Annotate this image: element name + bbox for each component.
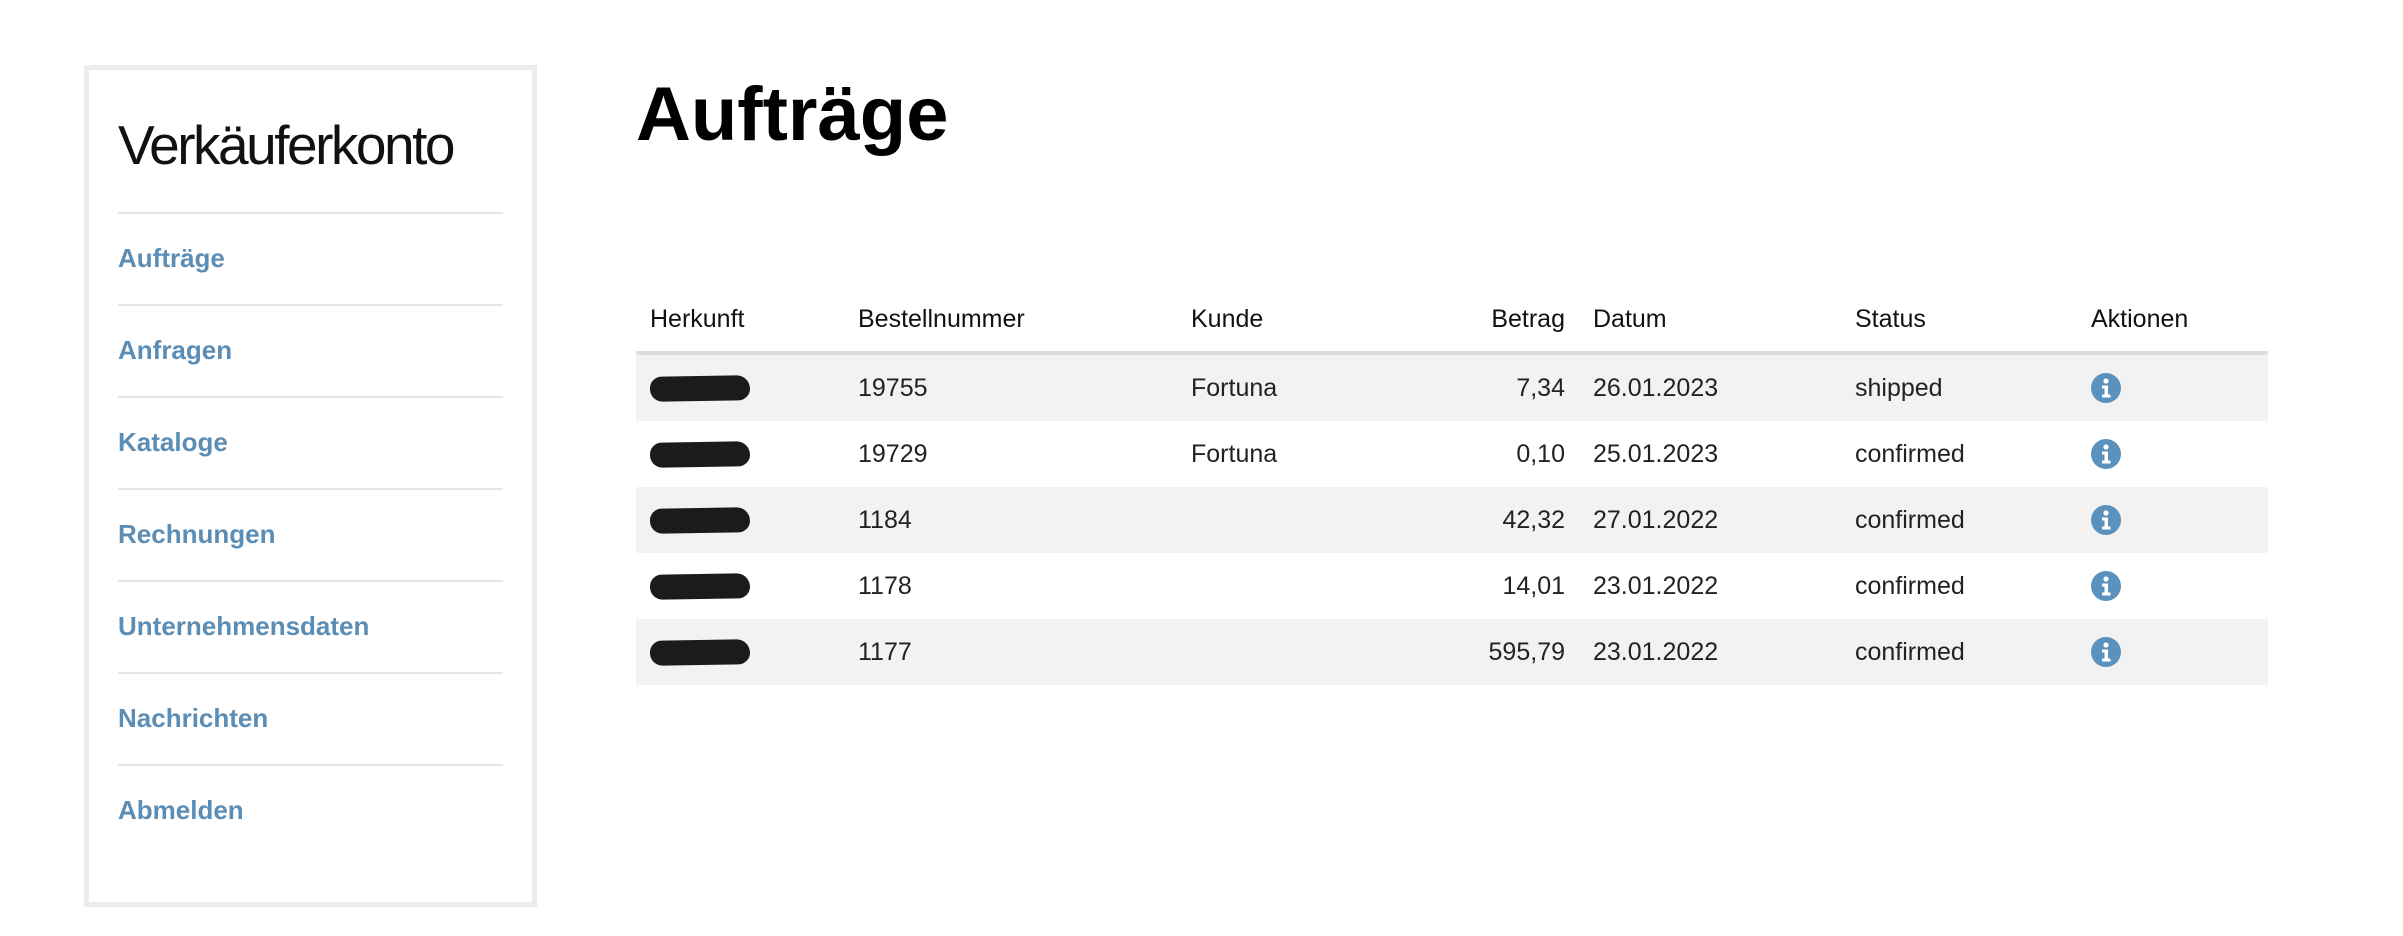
cell-aktionen — [2077, 553, 2268, 619]
cell-datum: 23.01.2022 — [1593, 571, 1719, 600]
sidebar-item-abmelden[interactable]: Abmelden — [118, 766, 503, 856]
cell-herkunft — [636, 619, 844, 685]
redacted-mark — [649, 441, 751, 469]
cell-datum: 23.01.2022 — [1579, 619, 1841, 685]
column-header-kunde: Kunde — [1177, 287, 1385, 355]
cell-kunde — [1177, 619, 1385, 685]
cell-status: confirmed — [1841, 487, 2077, 553]
column-header-datum: Datum — [1579, 287, 1841, 355]
cell-status: confirmed — [1855, 439, 1965, 468]
cell-kunde — [1177, 553, 1385, 619]
column-header-herkunft: Herkunft — [636, 287, 844, 355]
cell-aktionen — [2077, 421, 2268, 487]
main-content: Aufträge Herkunft Bestellnummer Kunde Be… — [636, 70, 2268, 685]
page-title: Aufträge — [636, 72, 949, 157]
table-row: 19729 Fortuna 0,10 25.01.2023 confirmed — [636, 421, 2268, 487]
sidebar-item-rechnungen[interactable]: Rechnungen — [118, 490, 503, 582]
sidebar-item-kataloge[interactable]: Kataloge — [118, 398, 503, 490]
sidebar: Verkäuferkonto Aufträge Anfragen Katalog… — [84, 65, 537, 907]
column-header-status: Status — [1841, 287, 2077, 355]
table-header-row: Herkunft Bestellnummer Kunde Betrag Datu… — [636, 287, 2268, 355]
cell-betrag: 595,79 — [1385, 619, 1579, 685]
sidebar-item-nachrichten[interactable]: Nachrichten — [118, 674, 503, 766]
info-icon[interactable] — [2091, 439, 2121, 470]
cell-bestellnummer: 19755 — [844, 353, 1177, 421]
cell-status: shipped — [1841, 353, 2077, 421]
sidebar-item-auftraege[interactable]: Aufträge — [118, 214, 503, 306]
info-icon[interactable] — [2091, 373, 2121, 404]
sidebar-item-unternehmensdaten[interactable]: Unternehmensdaten — [118, 582, 503, 674]
cell-bestellnummer: 1177 — [844, 619, 1177, 685]
cell-bestellnummer: 1178 — [858, 571, 912, 600]
cell-kunde: Fortuna — [1177, 353, 1385, 421]
column-header-betrag: Betrag — [1385, 287, 1579, 355]
redacted-mark — [649, 507, 751, 535]
cell-betrag: 7,34 — [1385, 353, 1579, 421]
table-row: 1177 595,79 23.01.2022 confirmed — [636, 619, 2268, 685]
column-header-bestellnummer: Bestellnummer — [844, 287, 1177, 355]
cell-aktionen — [2077, 353, 2268, 421]
info-icon[interactable] — [2091, 571, 2121, 602]
orders-table: Herkunft Bestellnummer Kunde Betrag Datu… — [636, 287, 2268, 685]
cell-betrag: 42,32 — [1385, 487, 1579, 553]
cell-betrag: 0,10 — [1516, 439, 1565, 468]
page: Verkäuferkonto Aufträge Anfragen Katalog… — [0, 0, 2403, 936]
cell-bestellnummer: 19729 — [858, 439, 928, 468]
cell-datum: 27.01.2022 — [1579, 487, 1841, 553]
cell-kunde: Fortuna — [1191, 439, 1278, 468]
cell-datum: 26.01.2023 — [1579, 353, 1841, 421]
column-header-aktionen: Aktionen — [2077, 287, 2268, 355]
redacted-mark — [649, 573, 751, 601]
cell-aktionen — [2077, 619, 2268, 685]
table-row: 19755 Fortuna 7,34 26.01.2023 shipped — [636, 353, 2268, 421]
cell-status: confirmed — [1841, 619, 2077, 685]
cell-herkunft — [636, 487, 844, 553]
sidebar-nav: Aufträge Anfragen Kataloge Rechnungen Un… — [118, 212, 503, 856]
info-icon[interactable] — [2091, 505, 2121, 536]
cell-datum: 25.01.2023 — [1593, 439, 1719, 468]
sidebar-item-anfragen[interactable]: Anfragen — [118, 306, 503, 398]
table-row: 1184 42,32 27.01.2022 confirmed — [636, 487, 2268, 553]
info-icon[interactable] — [2091, 637, 2121, 668]
cell-status: confirmed — [1855, 571, 1965, 600]
cell-bestellnummer: 1184 — [844, 487, 1177, 553]
redacted-mark — [649, 375, 751, 403]
table-row: 1178 14,01 23.01.2022 confirmed — [636, 553, 2268, 619]
cell-aktionen — [2077, 487, 2268, 553]
cell-kunde — [1177, 487, 1385, 553]
cell-betrag: 14,01 — [1502, 571, 1565, 600]
cell-herkunft — [636, 553, 844, 619]
cell-herkunft — [636, 353, 844, 421]
sidebar-title: Verkäuferkonto — [118, 114, 455, 176]
cell-herkunft — [636, 421, 844, 487]
redacted-mark — [649, 639, 751, 667]
